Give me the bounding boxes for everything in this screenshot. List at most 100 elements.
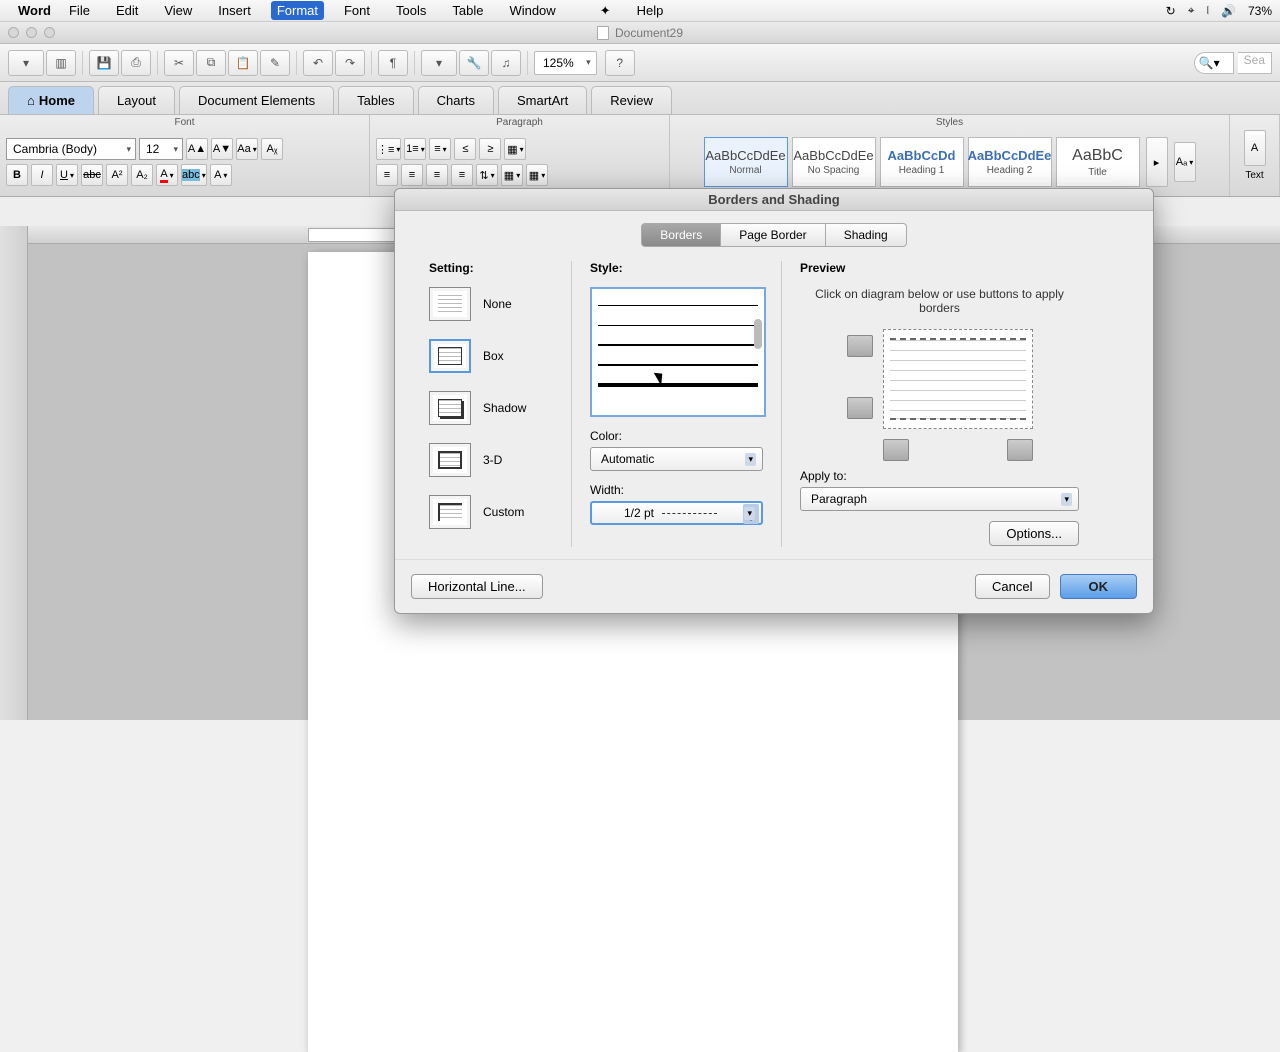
menu-window[interactable]: Window xyxy=(503,1,561,20)
menu-tools[interactable]: Tools xyxy=(390,1,432,20)
style-heading1[interactable]: AaBbCcDdHeading 1 xyxy=(880,137,964,187)
tab-doc-elements[interactable]: Document Elements xyxy=(179,86,334,114)
bluetooth-icon[interactable]: ⌖ xyxy=(1188,3,1195,18)
tab-tables[interactable]: Tables xyxy=(338,86,414,114)
text-effects-button[interactable]: A xyxy=(210,164,232,186)
borders-button[interactable]: ▦ xyxy=(526,164,548,186)
tab-home[interactable]: ⌂Home xyxy=(8,86,94,114)
ok-button[interactable]: OK xyxy=(1060,574,1138,599)
border-right-button[interactable] xyxy=(1007,439,1033,461)
cut-button[interactable]: ✂ xyxy=(164,50,194,76)
cancel-button[interactable]: Cancel xyxy=(975,574,1049,599)
textbox-button[interactable]: A xyxy=(1244,130,1266,166)
media-button[interactable]: ♫ xyxy=(491,50,521,76)
setting-3d[interactable]: 3-D xyxy=(429,443,553,477)
menu-view[interactable]: View xyxy=(158,1,198,20)
menu-font[interactable]: Font xyxy=(338,1,376,20)
styles-more-button[interactable]: ▸ xyxy=(1146,137,1168,187)
superscript-button[interactable]: A² xyxy=(106,164,128,186)
width-stepper[interactable]: ▲▼ xyxy=(743,504,759,524)
print-button[interactable]: ⎙ xyxy=(121,50,151,76)
tab-review[interactable]: Review xyxy=(591,86,672,114)
script-icon[interactable]: ✦ xyxy=(594,1,617,21)
border-top-button[interactable] xyxy=(847,335,873,357)
battery-percent[interactable]: 73% xyxy=(1248,4,1272,18)
align-right-button[interactable]: ≡ xyxy=(426,164,448,186)
italic-button[interactable]: I xyxy=(31,164,53,186)
change-case-button[interactable]: Aa xyxy=(236,138,258,160)
multilevel-button[interactable]: ≡ xyxy=(429,138,451,160)
line-spacing-button[interactable]: ⇅ xyxy=(476,164,498,186)
shading-button[interactable]: ▦ xyxy=(501,164,523,186)
tab-layout[interactable]: Layout xyxy=(98,86,175,114)
undo-button[interactable]: ↶ xyxy=(303,50,333,76)
copy-button[interactable]: ⧉ xyxy=(196,50,226,76)
setting-none[interactable]: None xyxy=(429,287,553,321)
menu-edit[interactable]: Edit xyxy=(110,1,144,20)
show-marks-button[interactable]: ¶ xyxy=(378,50,408,76)
save-button[interactable]: 💾 xyxy=(89,50,119,76)
style-listbox[interactable] xyxy=(590,287,766,417)
menu-format[interactable]: Format xyxy=(271,1,324,20)
open-button[interactable]: ▥ xyxy=(46,50,76,76)
sync-icon[interactable]: ↻ xyxy=(1166,4,1176,18)
decrease-indent-button[interactable]: ≤ xyxy=(454,138,476,160)
underline-button[interactable]: U xyxy=(56,164,78,186)
color-combo[interactable]: Automatic xyxy=(590,447,763,471)
tab-shading[interactable]: Shading xyxy=(826,223,907,247)
numbering-button[interactable]: 1≡ xyxy=(404,138,426,160)
style-normal[interactable]: AaBbCcDdEeNormal xyxy=(704,137,788,187)
menu-help[interactable]: Help xyxy=(631,1,670,20)
search-icon-box[interactable]: 🔍▾ xyxy=(1194,52,1234,74)
font-size-combo[interactable]: 12 xyxy=(139,138,183,160)
setting-custom[interactable]: Custom xyxy=(429,495,553,529)
toolbox-button[interactable]: 🔧 xyxy=(459,50,489,76)
wifi-icon[interactable]: ⧙ xyxy=(1207,3,1210,18)
zoom-dot[interactable] xyxy=(44,27,55,38)
shrink-font-button[interactable]: A▼ xyxy=(211,138,233,160)
align-center-button[interactable]: ≡ xyxy=(401,164,423,186)
highlight-button[interactable]: abc xyxy=(181,164,207,186)
bold-button[interactable]: B xyxy=(6,164,28,186)
text-direction-button[interactable]: ▦ xyxy=(504,138,526,160)
tab-page-border[interactable]: Page Border xyxy=(721,223,825,247)
apply-to-combo[interactable]: Paragraph xyxy=(800,487,1079,511)
tab-charts[interactable]: Charts xyxy=(418,86,494,114)
grow-font-button[interactable]: A▲ xyxy=(186,138,208,160)
font-color-button[interactable]: A xyxy=(156,164,178,186)
menu-table[interactable]: Table xyxy=(446,1,489,20)
preview-diagram[interactable] xyxy=(883,329,1033,429)
clear-format-button[interactable]: Aᵪ xyxy=(261,138,283,160)
border-bottom-button[interactable] xyxy=(847,397,873,419)
style-title[interactable]: AaBbCTitle xyxy=(1056,137,1140,187)
close-dot[interactable] xyxy=(8,27,19,38)
options-button[interactable]: Options... xyxy=(989,521,1079,546)
redo-button[interactable]: ↷ xyxy=(335,50,365,76)
tab-smartart[interactable]: SmartArt xyxy=(498,86,587,114)
justify-button[interactable]: ≡ xyxy=(451,164,473,186)
increase-indent-button[interactable]: ≥ xyxy=(479,138,501,160)
sidebar-button[interactable]: ▾ xyxy=(421,50,457,76)
style-heading2[interactable]: AaBbCcDdEeHeading 2 xyxy=(968,137,1052,187)
setting-box[interactable]: Box xyxy=(429,339,553,373)
format-painter-button[interactable]: ✎ xyxy=(260,50,290,76)
border-left-button[interactable] xyxy=(883,439,909,461)
new-doc-button[interactable]: ▾ xyxy=(8,50,44,76)
paste-button[interactable]: 📋 xyxy=(228,50,258,76)
tab-borders[interactable]: Borders xyxy=(641,223,721,247)
style-scrollbar[interactable] xyxy=(754,319,762,349)
horizontal-line-button[interactable]: Horizontal Line... xyxy=(411,574,543,599)
setting-shadow[interactable]: Shadow xyxy=(429,391,553,425)
zoom-combo[interactable]: 125% xyxy=(534,51,597,75)
bullets-button[interactable]: ⋮≡ xyxy=(376,138,401,160)
menu-insert[interactable]: Insert xyxy=(212,1,257,20)
strike-button[interactable]: abc xyxy=(81,164,103,186)
align-left-button[interactable]: ≡ xyxy=(376,164,398,186)
minimize-dot[interactable] xyxy=(26,27,37,38)
search-input[interactable]: Sea xyxy=(1238,52,1272,74)
width-combo[interactable]: 1/2 pt ▲▼ xyxy=(590,501,763,525)
subscript-button[interactable]: A₂ xyxy=(131,164,153,186)
font-name-combo[interactable]: Cambria (Body) xyxy=(6,138,136,160)
change-styles-button[interactable]: Aₐ xyxy=(1174,142,1196,182)
volume-icon[interactable]: 🔊 xyxy=(1221,4,1236,18)
